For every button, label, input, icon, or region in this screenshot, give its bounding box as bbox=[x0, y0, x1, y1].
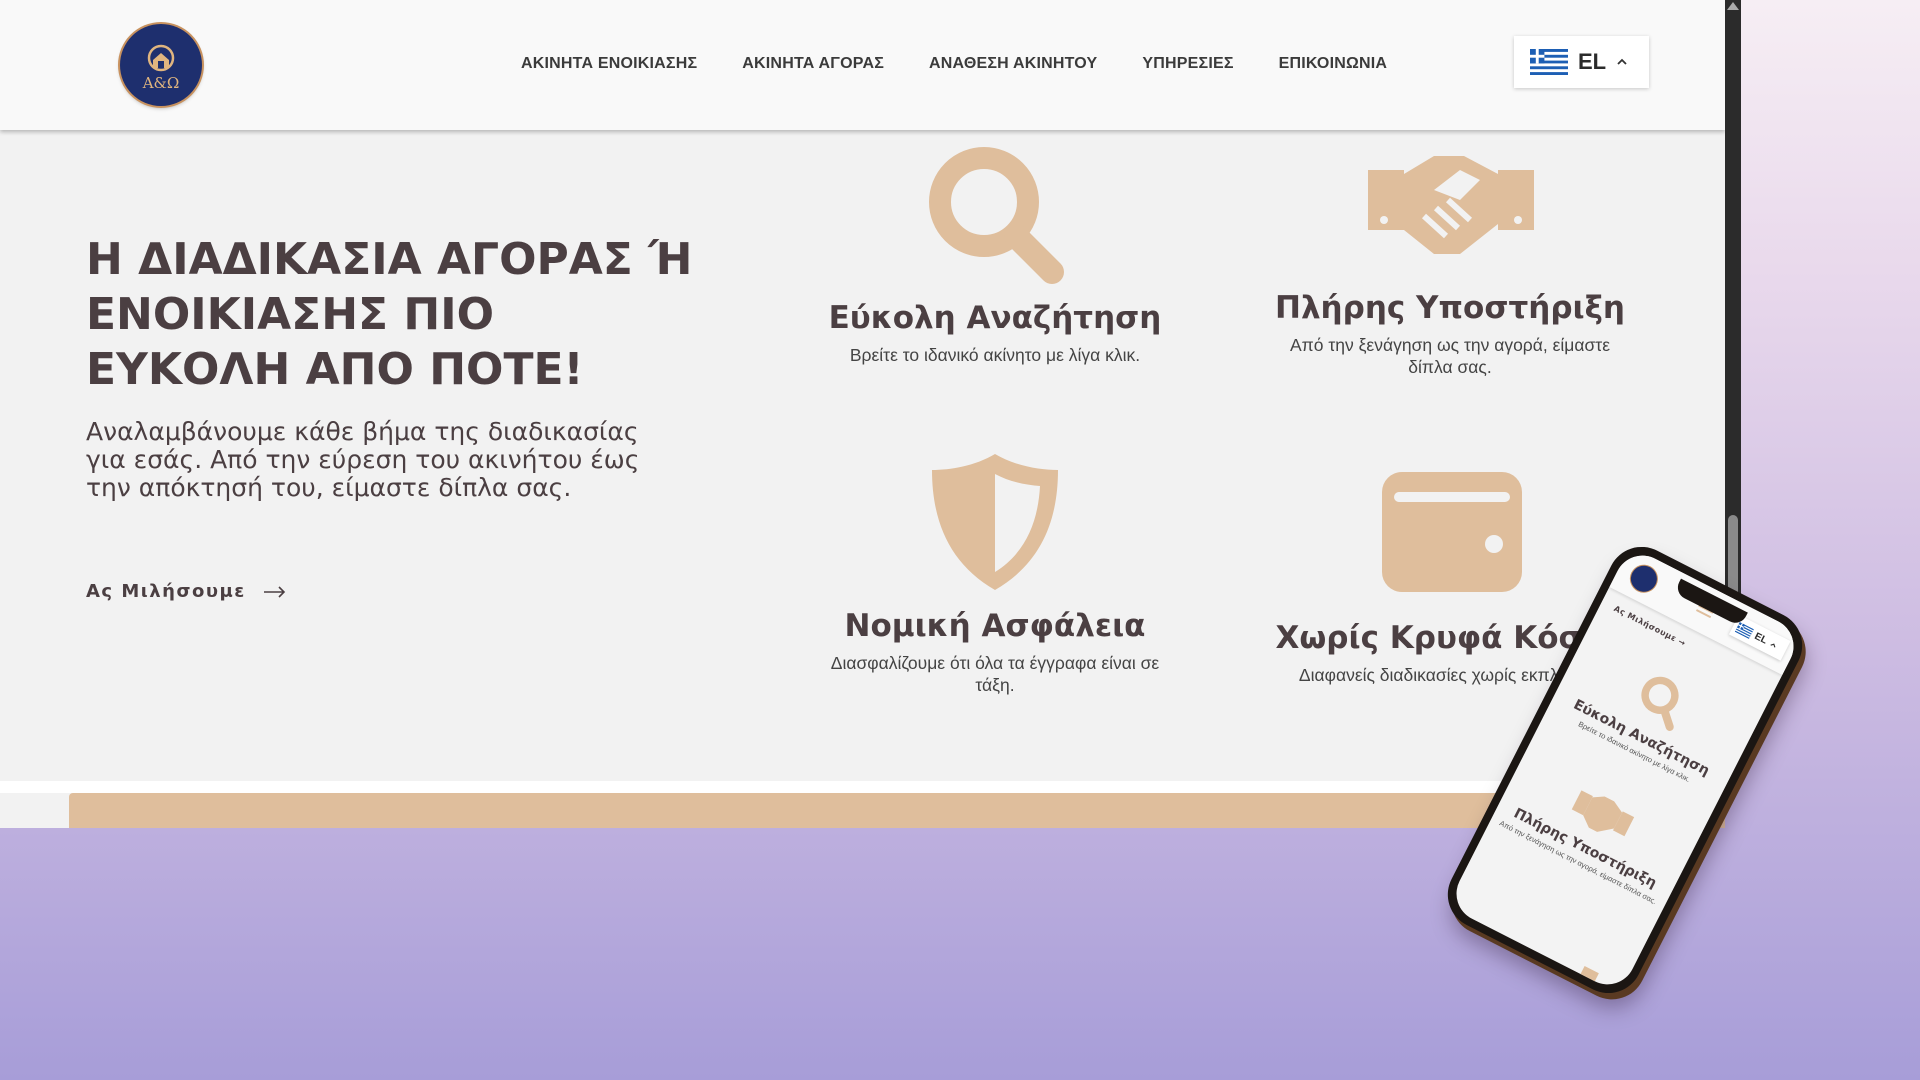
phone-logo[interactable] bbox=[1626, 561, 1662, 597]
language-switcher[interactable]: EL bbox=[1514, 36, 1649, 88]
hero-title: Η ΔΙΑΔΙΚΑΣΙΑ ΑΓΟΡΑΣ Ή ΕΝΟΙΚΙΑΣΗΣ ΠΙΟ ΕΥΚ… bbox=[86, 234, 693, 395]
shield-icon bbox=[932, 454, 1058, 590]
greek-flag-icon bbox=[1734, 621, 1755, 639]
scroll-up-arrow[interactable] bbox=[1727, 2, 1739, 10]
cta-label: Ας Μιλήσουμε bbox=[86, 581, 246, 602]
nav-item-contact[interactable]: ΕΠΙΚΟΙΝΩΝΙΑ bbox=[1279, 55, 1388, 73]
search-icon bbox=[1641, 676, 1679, 731]
phone-language-code: EL bbox=[1752, 630, 1770, 647]
search-icon bbox=[929, 147, 1064, 284]
language-code: EL bbox=[1578, 49, 1607, 74]
handshake-icon bbox=[1368, 156, 1534, 254]
greek-flag-icon bbox=[1530, 49, 1568, 75]
nav-item-sales[interactable]: ΑΚΙΝΗΤΑ ΑΓΟΡΑΣ bbox=[742, 55, 884, 73]
feature-title: Εύκολη Αναζήτηση bbox=[828, 300, 1162, 336]
chevron-up-icon bbox=[1770, 642, 1776, 647]
feature-desc: Από την ξενάγηση ως την αγορά, είμαστε δ… bbox=[1290, 335, 1610, 377]
phone-feature-desc: Από την ξενάγηση ως την αγορά, είμαστε δ… bbox=[1498, 818, 1659, 906]
phone-feature-desc: Βρείτε το ιδανικό ακίνητο με λίγα κλικ. bbox=[1576, 719, 1692, 784]
logo-text: Α&Ω bbox=[142, 74, 180, 92]
website-frame: Α&Ω ΑΚΙΝΗΤΑ ΕΝΟΙΚΙΑΣΗΣ ΑΚΙΝΗΤΑ ΑΓΟΡΑΣ ΑΝ… bbox=[0, 0, 1725, 828]
footer-band bbox=[69, 793, 1725, 828]
house-logo-icon: Α&Ω bbox=[142, 44, 180, 92]
main-nav: ΑΚΙΝΗΤΑ ΕΝΟΙΚΙΑΣΗΣ ΑΚΙΝΗΤΑ ΑΓΟΡΑΣ ΑΝΑΘΕΣ… bbox=[521, 55, 1432, 73]
site-logo[interactable]: Α&Ω bbox=[120, 24, 202, 106]
nav-item-list-property[interactable]: ΑΝΑΘΕΣΗ ΑΚΙΝΗΤΟΥ bbox=[929, 55, 1097, 73]
arrow-right-icon bbox=[263, 585, 285, 598]
feature-title: Νομική Ασφάλεια bbox=[844, 608, 1146, 644]
site-header: Α&Ω ΑΚΙΝΗΤΑ ΕΝΟΙΚΙΑΣΗΣ ΑΚΙΝΗΤΑ ΑΓΟΡΑΣ ΑΝ… bbox=[0, 0, 1725, 130]
nav-item-rentals[interactable]: ΑΚΙΝΗΤΑ ΕΝΟΙΚΙΑΣΗΣ bbox=[521, 55, 697, 73]
feature-full-support: Πλήρης Υποστήριξη Από την ξενάγηση ως τη… bbox=[1270, 290, 1630, 378]
hero-subtitle: Αναλαμβάνουμε κάθε βήμα της διαδικασίας … bbox=[86, 417, 640, 502]
section-divider bbox=[0, 781, 1725, 793]
feature-title: Πλήρης Υποστήριξη bbox=[1275, 290, 1625, 326]
wallet-icon bbox=[1382, 472, 1522, 592]
feature-desc: Διασφαλίζουμε ότι όλα τα έγγραφα είναι σ… bbox=[830, 653, 1160, 695]
feature-legal-safety: Νομική Ασφάλεια Διασφαλίζουμε ότι όλα τα… bbox=[805, 608, 1185, 696]
chevron-up-icon bbox=[1617, 58, 1627, 65]
feature-desc: Βρείτε το ιδανικό ακίνητο με λίγα κλικ. bbox=[849, 345, 1141, 365]
lets-talk-button[interactable]: Ας Μιλήσουμε bbox=[86, 581, 286, 602]
feature-easy-search: Εύκολη Αναζήτηση Βρείτε το ιδανικό ακίνη… bbox=[805, 300, 1185, 366]
nav-item-services[interactable]: ΥΠΗΡΕΣΙΕΣ bbox=[1142, 55, 1233, 73]
